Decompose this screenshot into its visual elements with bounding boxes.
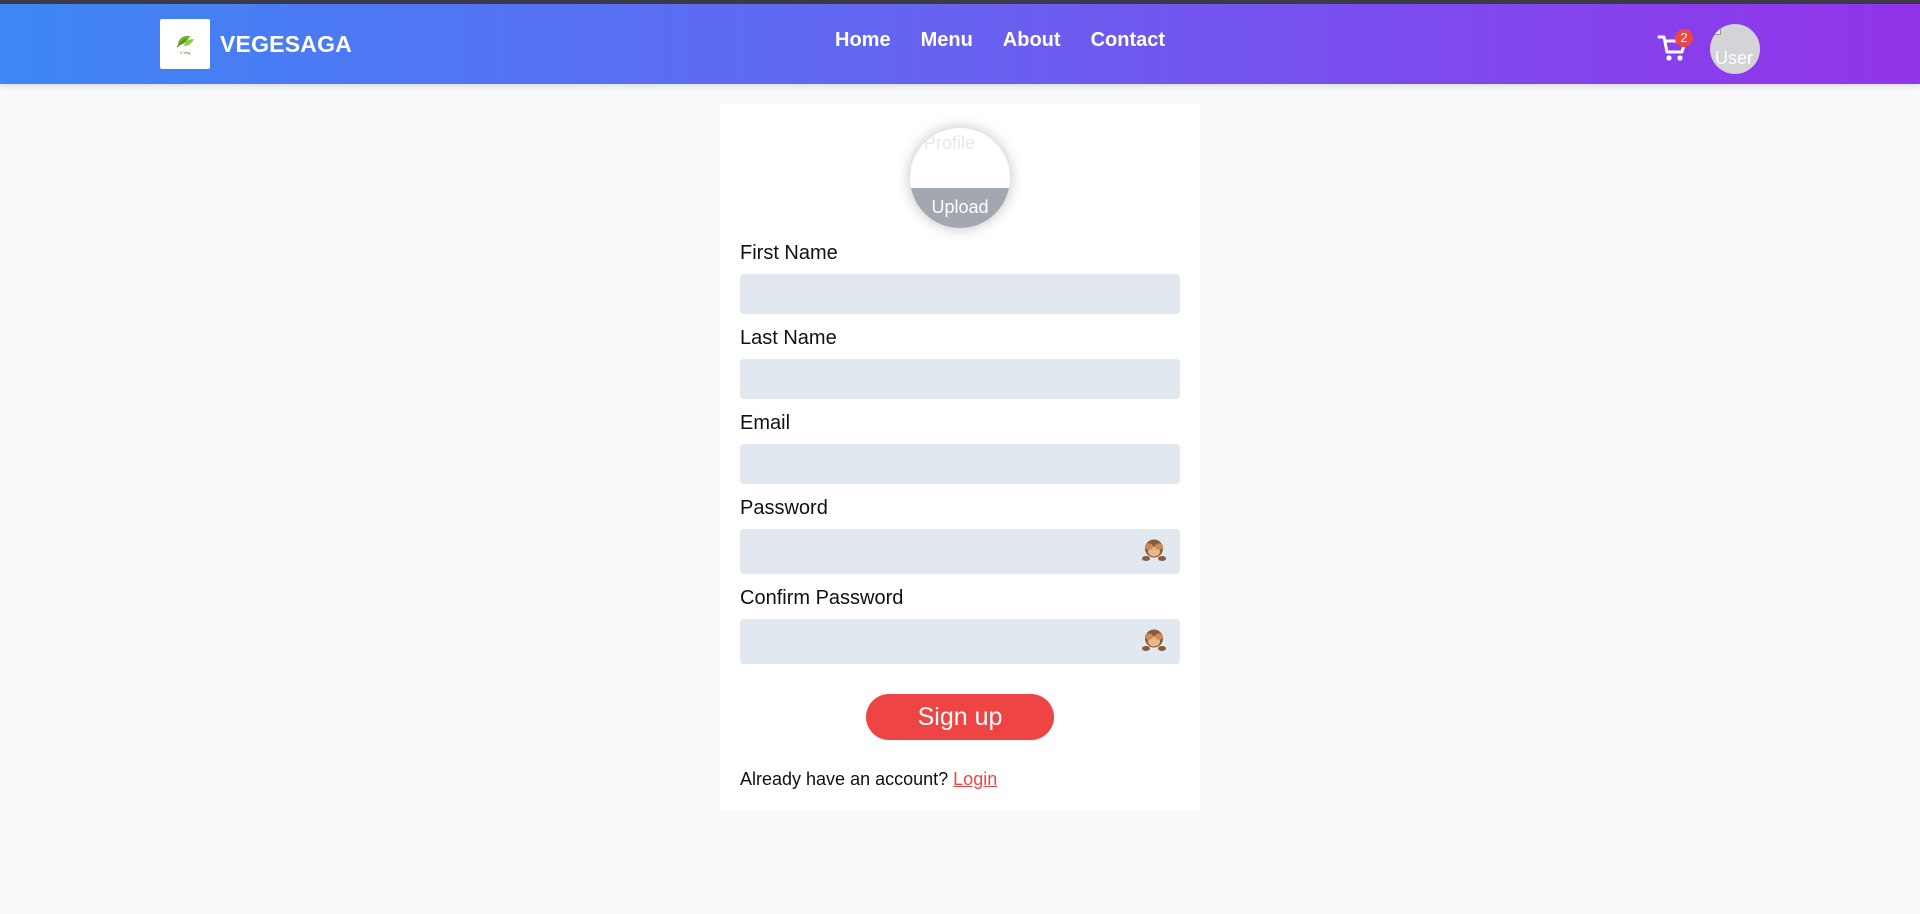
broken-image-icon — [1711, 25, 1721, 35]
see-no-evil-monkey-icon[interactable] — [1140, 626, 1168, 657]
login-prompt: Already have an account? Login — [740, 769, 997, 790]
last-name-label: Last Name — [740, 327, 837, 349]
profile-alt-text: Profile — [924, 133, 976, 153]
nav-home[interactable]: Home — [835, 29, 891, 52]
nav-menu[interactable]: Menu — [921, 29, 973, 52]
brand[interactable]: V-Veg VEGESAGA — [160, 19, 352, 69]
password-field[interactable] — [740, 529, 1180, 574]
upload-button[interactable]: Upload — [910, 188, 1010, 228]
email-input[interactable] — [740, 444, 1180, 484]
user-avatar[interactable]: User — [1710, 24, 1760, 74]
leaf-icon — [176, 35, 194, 48]
email-label: Email — [740, 412, 791, 434]
cart-count-badge: 2 — [1675, 29, 1693, 47]
password-label: Password — [740, 497, 828, 519]
brand-logo: V-Veg — [160, 19, 210, 69]
last-name-input[interactable] — [740, 359, 1180, 399]
nav-contact[interactable]: Contact — [1091, 29, 1165, 52]
login-prompt-text: Already have an account? — [740, 769, 949, 789]
brand-logo-caption: V-Veg — [179, 50, 191, 55]
first-name-input[interactable] — [740, 274, 1180, 314]
signup-button[interactable]: Sign up — [866, 694, 1054, 740]
profile-picture[interactable]: Profile Upload — [910, 128, 1010, 228]
confirm-password-field[interactable] — [740, 619, 1180, 664]
login-link[interactable]: Login — [953, 769, 997, 789]
main-nav: Home Menu About Contact — [835, 29, 1195, 52]
confirm-password-label: Confirm Password — [740, 587, 904, 609]
see-no-evil-monkey-icon[interactable] — [1140, 536, 1168, 567]
cart-button[interactable]: 2 — [1657, 28, 1693, 64]
navbar: V-Veg VEGESAGA Home Menu About Contact 2… — [0, 4, 1920, 84]
nav-about[interactable]: About — [1003, 29, 1061, 52]
signup-card: Profile Upload First Name Last Name Emai… — [720, 104, 1200, 810]
avatar-alt-text: User — [1715, 48, 1754, 68]
brand-name[interactable]: VEGESAGA — [220, 31, 352, 58]
first-name-label: First Name — [740, 242, 838, 264]
